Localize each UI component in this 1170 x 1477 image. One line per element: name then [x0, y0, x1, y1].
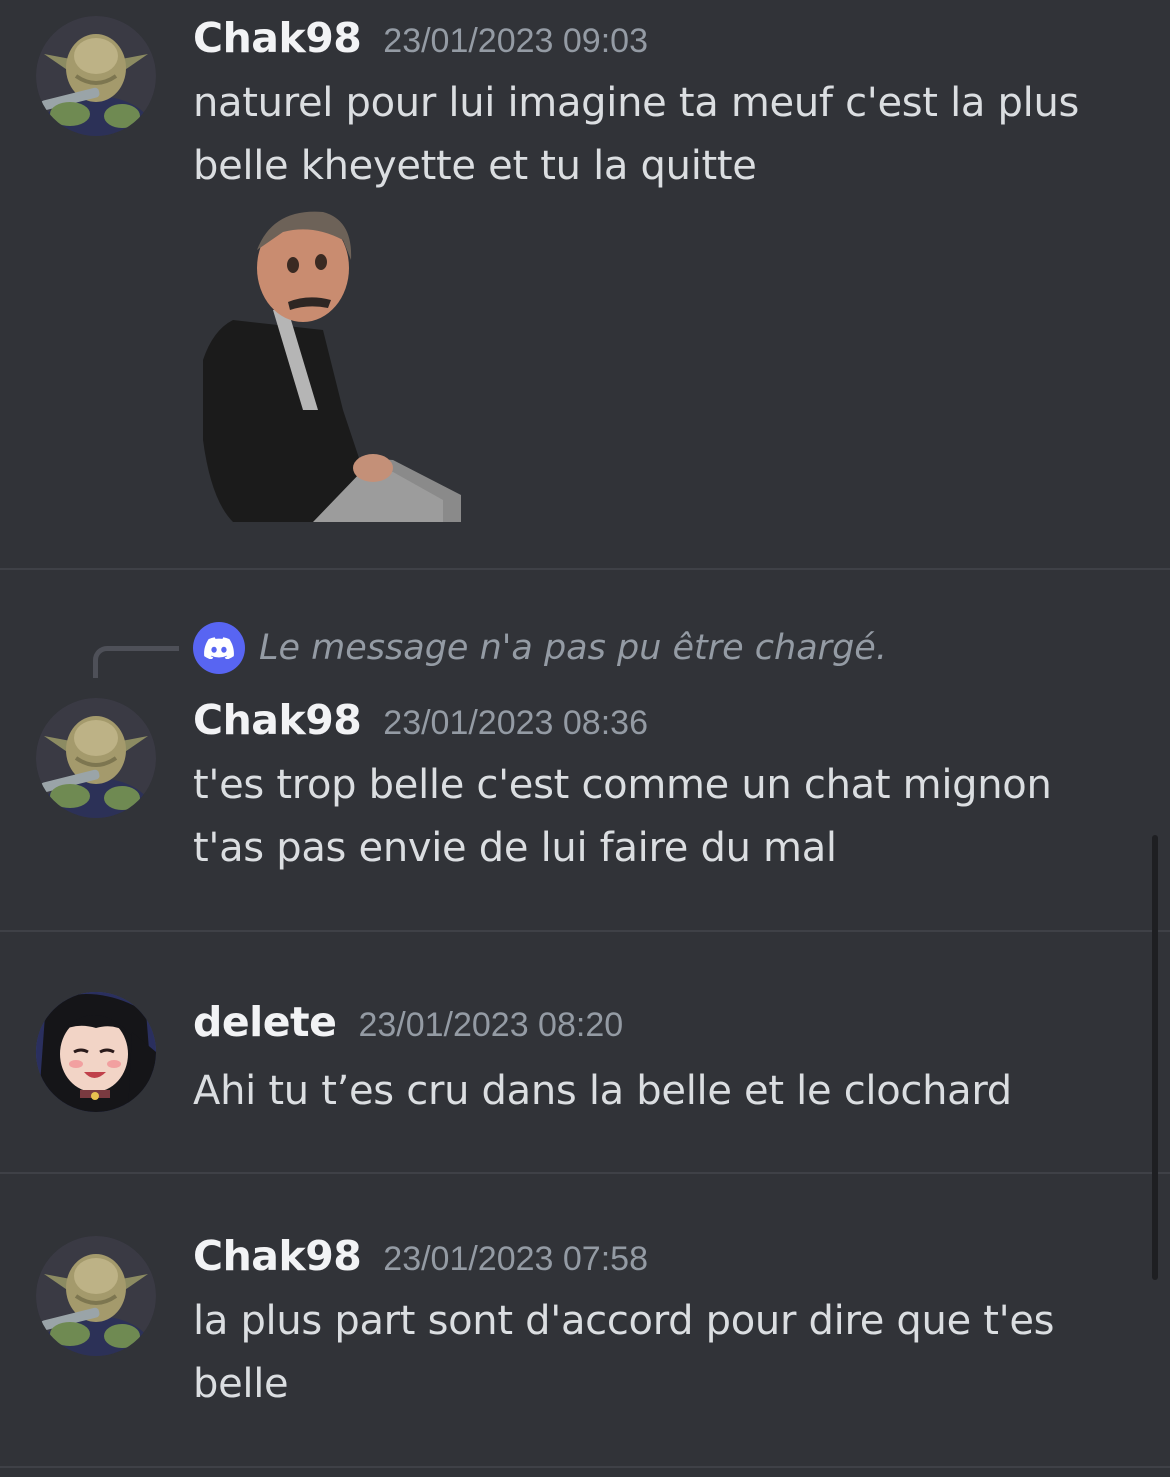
message-feed: Chak98 23/01/2023 09:03 naturel pour lui … [0, 0, 1170, 1477]
message-item[interactable]: delete 23/01/2023 08:20 Ahi tu t’es cru d… [0, 990, 1170, 1170]
username[interactable]: delete [193, 998, 337, 1046]
user-avatar[interactable] [36, 992, 156, 1112]
reply-connector [93, 646, 179, 678]
message-item[interactable]: Chak98 23/01/2023 09:03 naturel pour lui … [0, 0, 1170, 570]
username[interactable]: Chak98 [193, 1232, 362, 1280]
reply-text: Le message n'a pas pu être chargé. [259, 628, 887, 668]
message-line: belle kheyette et tu la quitte [193, 143, 757, 189]
message-line: la plus part sont d'accord pour dire que… [193, 1298, 1055, 1344]
message-divider [0, 568, 1170, 570]
message-content: la plus part sont d'accord pour dire que… [193, 1290, 1133, 1416]
message-line: Ahi tu t’es cru dans la belle et le cloc… [193, 1068, 1012, 1114]
yoda-avatar-icon [36, 1236, 156, 1356]
message-content: t'es trop belle c'est comme un chat mign… [193, 754, 1133, 880]
message-item[interactable]: Chak98 23/01/2023 07:58 la plus part sont… [0, 1228, 1170, 1468]
message-line: belle [193, 1361, 289, 1407]
message-content: Ahi tu t’es cru dans la belle et le cloc… [193, 1060, 1133, 1123]
timestamp: 23/01/2023 08:36 [383, 704, 648, 742]
message-line: t'es trop belle c'est comme un chat mign… [193, 762, 1052, 808]
message-item[interactable]: Chak98 23/01/2023 08:36 t'es trop belle c… [0, 690, 1170, 930]
message-divider [0, 1466, 1170, 1468]
message-line: naturel pour lui imagine ta meuf c'est l… [193, 80, 1080, 126]
discord-logo-icon [193, 622, 245, 674]
username[interactable]: Chak98 [193, 14, 362, 62]
old-man-sticker-icon [203, 211, 461, 522]
timestamp: 23/01/2023 07:58 [383, 1240, 648, 1278]
message-divider [0, 1172, 1170, 1174]
sticker-attachment[interactable] [193, 210, 463, 522]
message-divider [0, 930, 1170, 932]
message-line: t'as pas envie de lui faire du mal [193, 825, 837, 871]
reply-preview[interactable]: Le message n'a pas pu être chargé. [193, 618, 887, 678]
username[interactable]: Chak98 [193, 696, 362, 744]
yoda-avatar-icon [36, 16, 156, 136]
user-avatar[interactable] [36, 16, 156, 136]
scrollbar[interactable] [1152, 835, 1158, 1280]
message-content: naturel pour lui imagine ta meuf c'est l… [193, 72, 1133, 198]
timestamp: 23/01/2023 08:20 [358, 1006, 624, 1044]
timestamp: 23/01/2023 09:03 [383, 22, 648, 60]
user-avatar[interactable] [36, 1236, 156, 1356]
anime-girl-avatar-icon [36, 992, 156, 1112]
yoda-avatar-icon [36, 698, 156, 818]
user-avatar[interactable] [36, 698, 156, 818]
